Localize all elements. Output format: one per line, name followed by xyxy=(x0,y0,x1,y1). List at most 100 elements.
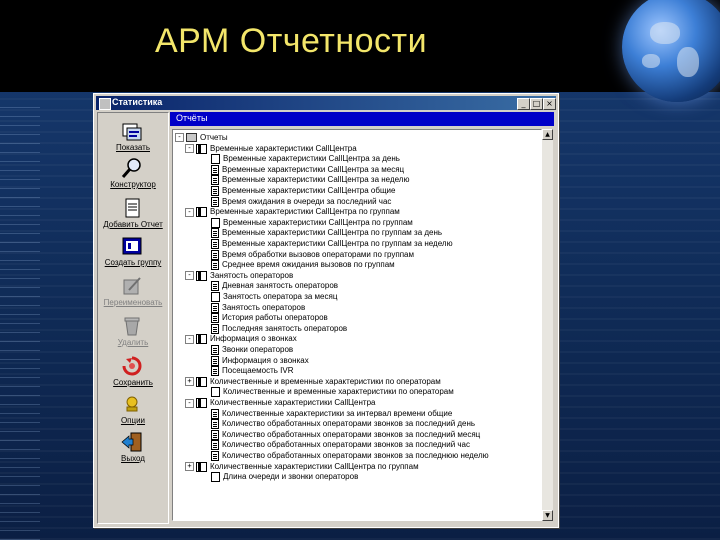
toolbar-button-label: Создать группу xyxy=(104,258,162,267)
tree-group-item[interactable]: - Отчеты xyxy=(175,133,228,144)
tree-group-item[interactable]: + Количественные характеристики CallЦентр… xyxy=(185,461,419,473)
tree-group-item[interactable]: - Занятость операторов xyxy=(185,270,293,282)
tree-item-label: История работы операторов xyxy=(222,313,328,323)
collapse-icon[interactable]: - xyxy=(185,271,194,281)
collapse-icon[interactable]: - xyxy=(185,398,194,408)
toolbar-button-6[interactable]: Сохранить xyxy=(100,353,166,391)
tree-item-label: Временные характеристики CallЦентра за н… xyxy=(222,175,410,185)
toolbar-button-label: Переименовать xyxy=(103,298,163,307)
tree-report-item[interactable]: Последняя занятость операторов xyxy=(207,323,347,335)
doc-icon xyxy=(211,302,219,313)
collapse-icon[interactable]: - xyxy=(185,334,194,344)
tree-report-item[interactable]: История работы операторов xyxy=(207,313,328,324)
tree-report-item[interactable]: Временные характеристики CallЦентра за д… xyxy=(207,154,400,165)
doc-icon xyxy=(211,228,219,239)
book-icon xyxy=(196,143,207,154)
close-button[interactable]: × xyxy=(543,98,556,110)
tree-group-item[interactable]: - Временные характеристики CallЦентра xyxy=(185,143,357,155)
scroll-down-icon[interactable]: ▼ xyxy=(542,510,553,521)
tree-item-label: Время обработки вызовов операторами по г… xyxy=(222,249,414,259)
tree-report-item[interactable]: Среднее время ожидания вызовов по группа… xyxy=(207,260,395,271)
doc-icon xyxy=(211,313,219,324)
reports-panel-header: Отчёты xyxy=(170,112,554,126)
tree-report-item[interactable]: Количество обработанных операторами звон… xyxy=(207,429,480,441)
tree-report-item[interactable]: Временные характеристики CallЦентра по г… xyxy=(207,228,442,239)
tree-item-label: Количество обработанных операторами звон… xyxy=(222,419,476,429)
toolbar-button-3[interactable]: Создать группу xyxy=(100,233,166,271)
tree-group-item[interactable]: - Информация о звонках xyxy=(185,334,297,345)
collapse-icon[interactable]: - xyxy=(185,207,194,217)
options-icon xyxy=(120,393,144,415)
tree-report-item[interactable]: Временные характеристики CallЦентра общи… xyxy=(207,186,395,197)
expand-icon[interactable]: + xyxy=(185,377,194,387)
expand-icon[interactable]: + xyxy=(185,462,194,472)
tree-report-item[interactable]: Временные характеристики CallЦентра по г… xyxy=(207,239,453,250)
report-icon xyxy=(120,120,144,142)
vertical-scrollbar[interactable]: ▲ ▼ xyxy=(542,129,553,521)
tree-report-item[interactable]: Количество обработанных операторами звон… xyxy=(207,440,470,451)
trash-icon xyxy=(120,315,144,337)
book-icon xyxy=(196,398,207,408)
toolbar-button-5[interactable]: Удалить xyxy=(100,313,166,351)
toolbar-button-1[interactable]: Конструктор xyxy=(100,155,166,193)
scroll-up-icon[interactable]: ▲ xyxy=(542,129,553,140)
tree-report-item[interactable]: Дневная занятость операторов xyxy=(207,281,338,292)
tree-item-label: Информация о звонках xyxy=(210,334,297,344)
tree-report-item[interactable]: Количественные характеристики за интерва… xyxy=(207,408,452,420)
toolbar-button-2[interactable]: Добавить Отчет xyxy=(100,195,166,233)
rename-icon xyxy=(120,275,144,297)
tree-report-item[interactable]: Занятость операторов xyxy=(207,302,305,314)
tree-report-item[interactable]: Количество обработанных операторами звон… xyxy=(207,451,489,462)
page-icon xyxy=(211,154,220,165)
tree-report-item[interactable]: Занятость оператора за месяц xyxy=(207,292,337,303)
toolbar-button-0[interactable]: Показать xyxy=(100,118,166,156)
toolbar-button-8[interactable]: Выход xyxy=(100,429,166,467)
tree-report-item[interactable]: Посещаемость IVR xyxy=(207,366,293,377)
tree-report-item[interactable]: Количество обработанных операторами звон… xyxy=(207,419,475,430)
slide-title: АРМ Отчетности xyxy=(155,22,428,60)
tree-report-item[interactable]: Время обработки вызовов операторами по г… xyxy=(207,249,414,261)
toolbar-button-4[interactable]: Переименовать xyxy=(100,273,166,311)
tree-group-item[interactable]: - Количественные характеристики CallЦентр… xyxy=(185,398,375,409)
window-titlebar[interactable]: Статистика _ □ × xyxy=(96,96,556,110)
tree-report-item[interactable]: Временные характеристики CallЦентра по г… xyxy=(207,217,413,229)
tree-report-item[interactable]: Информация о звонках xyxy=(207,355,309,367)
tree-group-item[interactable]: + Количественные и временные характеристи… xyxy=(185,376,441,388)
page-icon xyxy=(211,472,220,483)
tree-item-label: Количество обработанных операторами звон… xyxy=(222,451,489,461)
reports-tree[interactable]: - Отчеты - Временные характеристики CallЦен… xyxy=(172,129,542,521)
tree-report-item[interactable]: Временные характеристики CallЦентра за м… xyxy=(207,164,404,176)
tree-report-item[interactable]: Количественные и временные характеристик… xyxy=(207,387,454,398)
minimize-button[interactable]: _ xyxy=(517,98,530,110)
tree-item-label: Временные характеристики CallЦентра по г… xyxy=(222,239,453,249)
maximize-button[interactable]: □ xyxy=(530,98,543,110)
tree-report-item[interactable]: Временные характеристики CallЦентра за н… xyxy=(207,175,409,186)
tree-report-item[interactable]: Звонки операторов xyxy=(207,345,293,356)
app-icon xyxy=(99,98,111,110)
doc-icon xyxy=(211,419,219,430)
doc-icon xyxy=(211,164,219,175)
toolbar-button-label: Выход xyxy=(121,454,145,463)
tree-report-item[interactable]: Время ожидания в очереди за последний ча… xyxy=(207,196,391,208)
tree-item-label: Временные характеристики CallЦентра за д… xyxy=(223,154,400,164)
doc-icon xyxy=(211,239,219,249)
toolbar-button-label: Конструктор xyxy=(110,180,156,189)
statistics-window: Статистика _ □ × Показать Конструктор Доба… xyxy=(93,93,559,528)
tree-item-label: Занятость оператора за месяц xyxy=(223,292,338,302)
collapse-icon[interactable]: - xyxy=(175,133,184,143)
collapse-icon[interactable]: - xyxy=(185,144,194,154)
tree-item-label: Звонки операторов xyxy=(222,345,294,355)
tree-item-label: Временные характеристики CallЦентра по г… xyxy=(210,207,400,217)
tree-report-item[interactable]: Длина очереди и звонки операторов xyxy=(207,472,358,483)
doc-icon xyxy=(211,429,219,440)
doc-icon xyxy=(211,366,219,377)
toolbar-button-label: Показать xyxy=(115,143,150,152)
add-report-icon xyxy=(120,197,144,219)
toolbar-button-label: Удалить xyxy=(117,338,149,347)
toolbar-button-7[interactable]: Опции xyxy=(100,391,166,429)
tree-item-label: Дневная занятость операторов xyxy=(222,281,339,291)
doc-icon xyxy=(211,355,219,366)
tree-item-label: Количество обработанных операторами звон… xyxy=(222,440,470,450)
tree-group-item[interactable]: - Временные характеристики CallЦентра по … xyxy=(185,207,400,218)
toolbar-button-label: Опции xyxy=(120,416,146,425)
